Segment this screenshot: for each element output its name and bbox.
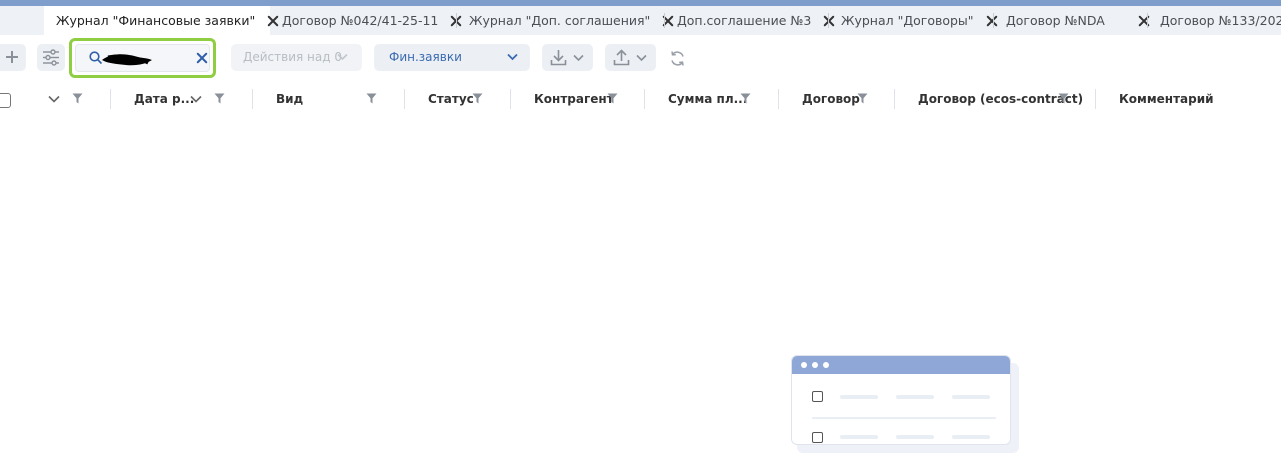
- filter-icon[interactable]: [72, 93, 83, 104]
- illustration-line: [896, 395, 934, 399]
- tab-label: Договор №133/2024: [1160, 13, 1281, 28]
- tab-contract-133[interactable]: Договор №133/2024: [1148, 6, 1281, 35]
- filter-icon[interactable]: [1058, 93, 1069, 104]
- close-icon[interactable]: [195, 51, 209, 65]
- download-button[interactable]: [542, 44, 593, 71]
- search-input[interactable]: [75, 44, 210, 72]
- chevron-down-icon[interactable]: [48, 95, 60, 103]
- column-header-counterparty[interactable]: Контрагент: [534, 85, 614, 113]
- chevron-down-icon: [507, 53, 518, 61]
- filter-icon[interactable]: [472, 93, 483, 104]
- tab-addendum-journal[interactable]: Журнал "Доп. соглашения": [457, 6, 665, 35]
- journal-settings-button[interactable]: [37, 44, 65, 71]
- column-separator: [510, 89, 511, 109]
- column-header-status[interactable]: Статус: [428, 85, 474, 113]
- tab-label: Журнал "Финансовые заявки": [56, 13, 256, 28]
- add-button[interactable]: [0, 44, 26, 71]
- tab-addendum-3[interactable]: Доп.соглашение №3: [665, 6, 829, 35]
- filter-icon[interactable]: [740, 93, 751, 104]
- chevron-down-icon[interactable]: [190, 95, 202, 103]
- filter-icon[interactable]: [857, 93, 868, 104]
- journal-select[interactable]: Фин.заявки: [374, 44, 530, 71]
- tab-fin-requests-journal[interactable]: Журнал "Финансовые заявки": [44, 6, 270, 35]
- tab-label: Договор №042/41-25-11: [282, 13, 439, 28]
- tab-spacer: [0, 6, 44, 35]
- illustration-line: [952, 395, 990, 399]
- filter-icon[interactable]: [607, 93, 618, 104]
- table-header: Дата р... Вид Статус Контрагент Сумма пл…: [0, 85, 1281, 113]
- tab-label: Журнал "Договоры": [841, 13, 974, 28]
- redacted-text: [102, 54, 152, 66]
- illustration-line: [952, 435, 990, 439]
- window-dot: [823, 362, 829, 368]
- window-dot: [801, 362, 807, 368]
- tab-label: Журнал "Доп. соглашения": [469, 13, 651, 28]
- column-header-comment[interactable]: Комментарий: [1119, 85, 1214, 113]
- group-actions-dropdown[interactable]: Действия над 0: [231, 44, 362, 71]
- sliders-icon: [43, 49, 59, 66]
- plus-icon: [6, 51, 18, 63]
- column-separator: [778, 89, 779, 109]
- upload-button[interactable]: [605, 44, 656, 71]
- column-separator: [110, 89, 111, 109]
- window-dot: [812, 362, 818, 368]
- tab-label: Договор №NDA: [1006, 13, 1105, 28]
- chevron-down-icon: [573, 54, 584, 62]
- tab-contract-nda[interactable]: Договор №NDA: [994, 6, 1148, 35]
- tab-bar: Журнал "Финансовые заявки" Договор №042/…: [0, 6, 1281, 35]
- download-icon: [550, 50, 567, 66]
- empty-state-illustration: [791, 355, 1019, 453]
- column-separator: [644, 89, 645, 109]
- chevron-down-icon: [337, 53, 348, 61]
- illustration-line: [840, 435, 878, 439]
- upload-icon: [613, 49, 630, 66]
- column-header-type[interactable]: Вид: [276, 85, 303, 113]
- filter-icon[interactable]: [366, 93, 377, 104]
- column-separator: [1095, 89, 1096, 109]
- refresh-icon[interactable]: [669, 50, 686, 67]
- search-highlight: [69, 38, 216, 78]
- column-separator: [404, 89, 405, 109]
- illustration-line: [896, 435, 934, 439]
- column-separator: [252, 89, 253, 109]
- column-separator: [894, 89, 895, 109]
- tab-contracts-journal[interactable]: Журнал "Договоры": [829, 6, 994, 35]
- illustration-divider: [812, 417, 996, 419]
- illustration-title-bar: [792, 356, 1010, 374]
- column-header-date[interactable]: Дата р...: [134, 85, 194, 113]
- column-header-contract[interactable]: Договор: [802, 85, 860, 113]
- filter-icon[interactable]: [214, 93, 225, 104]
- journal-toolbar: Действия над 0 Фин.заявки: [0, 35, 1281, 81]
- tab-label: Доп.соглашение №3: [677, 13, 812, 28]
- actions-label: Действия над 0: [243, 50, 342, 64]
- tab-contract-042[interactable]: Договор №042/41-25-11: [270, 6, 457, 35]
- chevron-down-icon: [636, 54, 647, 62]
- journal-select-value: Фин.заявки: [389, 50, 462, 64]
- column-header-payment-amount[interactable]: Сумма пл...: [668, 85, 747, 113]
- illustration-window: [791, 355, 1011, 445]
- select-all-checkbox[interactable]: [0, 93, 11, 108]
- illustration-checkbox: [812, 391, 823, 402]
- illustration-line: [840, 395, 878, 399]
